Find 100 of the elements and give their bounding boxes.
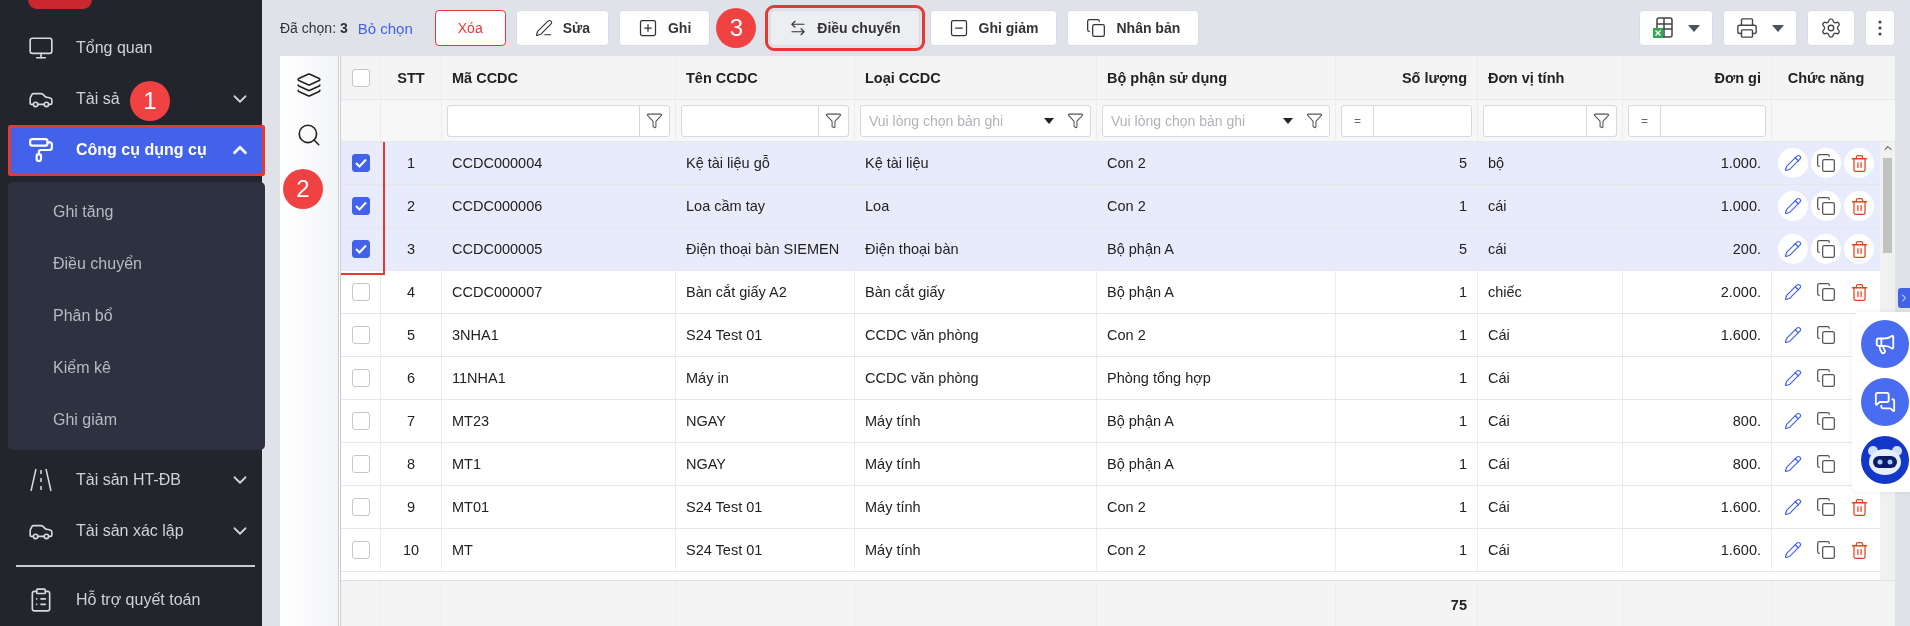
table-cell: Con 2: [1107, 542, 1146, 558]
number-filter-field[interactable]: =: [1341, 104, 1472, 137]
collapse-tab[interactable]: [1898, 288, 1910, 308]
filter-field[interactable]: [681, 104, 849, 137]
row-checkbox[interactable]: [351, 455, 370, 473]
copy-icon: [1816, 239, 1836, 259]
row-checkbox[interactable]: [351, 197, 370, 215]
row-checkbox[interactable]: [351, 240, 370, 258]
sidebar-item[interactable]: Tài sản HT-ĐB: [8, 454, 265, 506]
table-cell: 1: [1458, 284, 1467, 300]
trash-icon: [1849, 239, 1869, 259]
trash-icon: [1849, 497, 1869, 517]
toolbar-button[interactable]: Ghi giảm: [929, 10, 1058, 46]
table-cell: 8: [406, 456, 416, 472]
filter-icon: [1066, 112, 1084, 129]
sidebar-item[interactable]: Hỗ trợ quyết toán: [8, 574, 265, 626]
print-button[interactable]: [1723, 10, 1797, 46]
submenu-item[interactable]: Điều chuyển: [8, 238, 265, 291]
table-cell: 4: [406, 284, 416, 300]
pencil-icon: [1783, 283, 1802, 301]
row-checkbox[interactable]: [351, 154, 370, 172]
export-excel-button[interactable]: [1639, 10, 1713, 46]
spreadsheet-icon: [1652, 17, 1674, 39]
copy-icon: [1816, 411, 1836, 431]
table-cell: Điện thoại bàn SIEMEN: [686, 241, 840, 257]
sidebar-item[interactable]: Tài sản xác lập: [8, 505, 265, 557]
table-cell: Cái: [1488, 456, 1510, 472]
select-all-checkbox[interactable]: [351, 68, 370, 87]
submenu-item[interactable]: Phân bổ: [8, 290, 265, 343]
search-icon[interactable]: [296, 122, 322, 148]
row-checkbox[interactable]: [351, 369, 370, 387]
delete-button[interactable]: [1844, 148, 1875, 178]
table-cell: S24 Test 01: [686, 499, 763, 515]
table-cell: Máy tính: [865, 456, 921, 472]
filter-field[interactable]: [1483, 104, 1617, 137]
step-badge: 3: [716, 8, 757, 48]
copy-button[interactable]: [1811, 191, 1841, 221]
table-cell: Cái: [1488, 327, 1510, 343]
clear-selection-link[interactable]: Bỏ chọn: [357, 19, 413, 37]
caret-icon: [1772, 24, 1784, 32]
table-cell: Con 2: [1107, 198, 1146, 214]
copy-button[interactable]: [1811, 234, 1841, 264]
table-cell: 1.600.: [1720, 327, 1761, 343]
row-checkbox[interactable]: [351, 412, 370, 430]
monitor-icon: [28, 34, 54, 61]
delete-button[interactable]: [1844, 234, 1875, 264]
settings-button[interactable]: [1807, 10, 1855, 46]
table-row[interactable]: 3 CCDC000005 Điện thoại bàn SIEMEN Điện thoại bàn Bộ phận A 5 cái 200.: [341, 228, 1880, 271]
copy-icon: [1816, 153, 1836, 173]
row-checkbox[interactable]: [351, 326, 370, 344]
toolbar-button[interactable]: Ghi: [618, 10, 711, 46]
table-cell: 3NHA1: [452, 327, 499, 343]
toolbar-button[interactable]: Sửa: [515, 10, 609, 46]
row-checkbox[interactable]: [351, 283, 370, 301]
table-cell: 1: [1458, 542, 1467, 558]
table-cell: 5: [1458, 241, 1467, 257]
scrollbar-thumb[interactable]: [1883, 158, 1892, 253]
pencil-icon: [1783, 412, 1802, 430]
table-cell: 1: [1458, 198, 1467, 214]
number-filter-field[interactable]: =: [1628, 104, 1766, 137]
row-checkbox[interactable]: [351, 541, 370, 559]
table-cell: MT: [452, 542, 473, 558]
layers-icon[interactable]: [296, 72, 322, 98]
table-cell: 200.: [1732, 241, 1761, 257]
submenu-item[interactable]: Ghi tăng: [8, 186, 265, 239]
chat-button[interactable]: [1861, 378, 1909, 426]
copy-button[interactable]: [1811, 148, 1841, 178]
table-cell: cái: [1488, 241, 1507, 257]
edit-button[interactable]: [1777, 148, 1808, 178]
sidebar-item[interactable]: Tổng quan: [8, 22, 265, 74]
select-field[interactable]: Vui lòng chọn bản ghi: [1102, 104, 1330, 137]
edit-button[interactable]: [1777, 234, 1808, 264]
filter-select[interactable]: Vui lòng chọn bản ghi: [861, 105, 1044, 136]
select-field[interactable]: Vui lòng chọn bản ghi: [860, 104, 1091, 137]
row-checkbox[interactable]: [351, 498, 370, 516]
announcement-button[interactable]: [1861, 320, 1909, 368]
table-row[interactable]: 1 CCDC000004 Kệ tài liệu gỗ Kệ tài liệu Con 2 5 bộ 1.000.: [341, 142, 1880, 185]
toolbar-button[interactable]: Xóa: [434, 10, 506, 46]
table-cell: NGAY: [686, 413, 727, 429]
submenu-item[interactable]: Kiểm kê: [8, 342, 265, 395]
delete-button[interactable]: [1844, 191, 1875, 221]
submenu-item[interactable]: Ghi giảm: [8, 394, 265, 447]
table-cell: CCDC văn phòng: [865, 370, 979, 386]
edit-button[interactable]: [1777, 191, 1808, 221]
filter-field[interactable]: [447, 104, 670, 137]
table-row[interactable]: 9 MT01 S24 Test 01 Máy tính Con 2 1 Cái 1.600.: [341, 486, 1880, 529]
assistant-button[interactable]: [1861, 436, 1909, 484]
table-cell: CCDC000004: [452, 155, 543, 171]
sidebar-item[interactable]: Tài sả 1: [8, 73, 265, 125]
sidebar-item[interactable]: Công cụ dụng cụ: [8, 124, 265, 177]
pencil-icon: [1783, 197, 1802, 215]
toolbar-button[interactable]: Nhân bản: [1067, 10, 1200, 46]
table-row[interactable]: 2 CCDC000006 Loa cầm tay Loa Con 2 1 cái 1.000.: [341, 185, 1880, 228]
table-cell: 800.: [1732, 456, 1761, 472]
table-row[interactable]: 10 MT S24 Test 01 Máy tính Con 2 1 Cái 1.600.: [341, 529, 1880, 572]
filter-select[interactable]: Vui lòng chọn bản ghi: [1103, 105, 1283, 136]
trash-icon: [1849, 540, 1869, 560]
table-cell: 2.000.: [1720, 284, 1761, 300]
copy-icon: [1816, 368, 1836, 388]
column-header: Số lượng: [1401, 69, 1467, 86]
